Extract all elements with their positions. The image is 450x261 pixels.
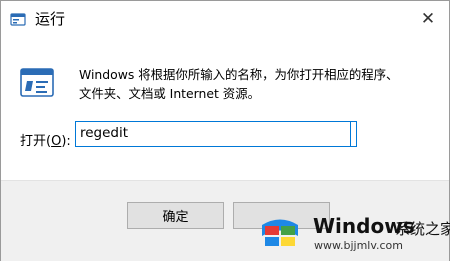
history-dropdown-button[interactable]	[351, 121, 357, 147]
description-line-1: Windows 将根据你所输入的名称，为你打开相应的程序、	[79, 67, 399, 82]
watermark-subtitle: 系统之家	[395, 220, 450, 238]
open-label-accelerator: O	[51, 134, 62, 149]
run-large-icon	[20, 68, 54, 97]
window-title: 运行	[35, 10, 66, 28]
close-icon: ✕	[420, 9, 436, 29]
run-description: Windows 将根据你所输入的名称，为你打开相应的程序、 文件夹、文档或 In…	[79, 65, 441, 103]
dialog-content: Windows 将根据你所输入的名称，为你打开相应的程序、 文件夹、文档或 In…	[1, 37, 449, 180]
title-bar[interactable]: 运行 ✕	[1, 1, 449, 37]
description-line-2: 文件夹、文档或 Internet 资源。	[79, 86, 260, 101]
open-label: 打开(O):	[20, 130, 71, 149]
open-label-suffix: ):	[61, 134, 71, 149]
close-button[interactable]: ✕	[415, 7, 441, 31]
run-command-input[interactable]: regedit	[75, 121, 351, 147]
watermark-url: www.bjjmlv.com	[314, 239, 403, 252]
run-icon	[10, 13, 26, 26]
open-label-prefix: 打开(	[20, 134, 52, 149]
run-dialog: 运行 ✕ Windows 将根据你所输入的名称，为你打开相应的程序、 文件夹、文…	[0, 0, 450, 261]
watermark: Windows 系统之家 www.bjjmlv.com	[253, 206, 450, 258]
ok-button[interactable]: 确定	[127, 202, 224, 229]
windows-logo-icon	[262, 219, 298, 246]
